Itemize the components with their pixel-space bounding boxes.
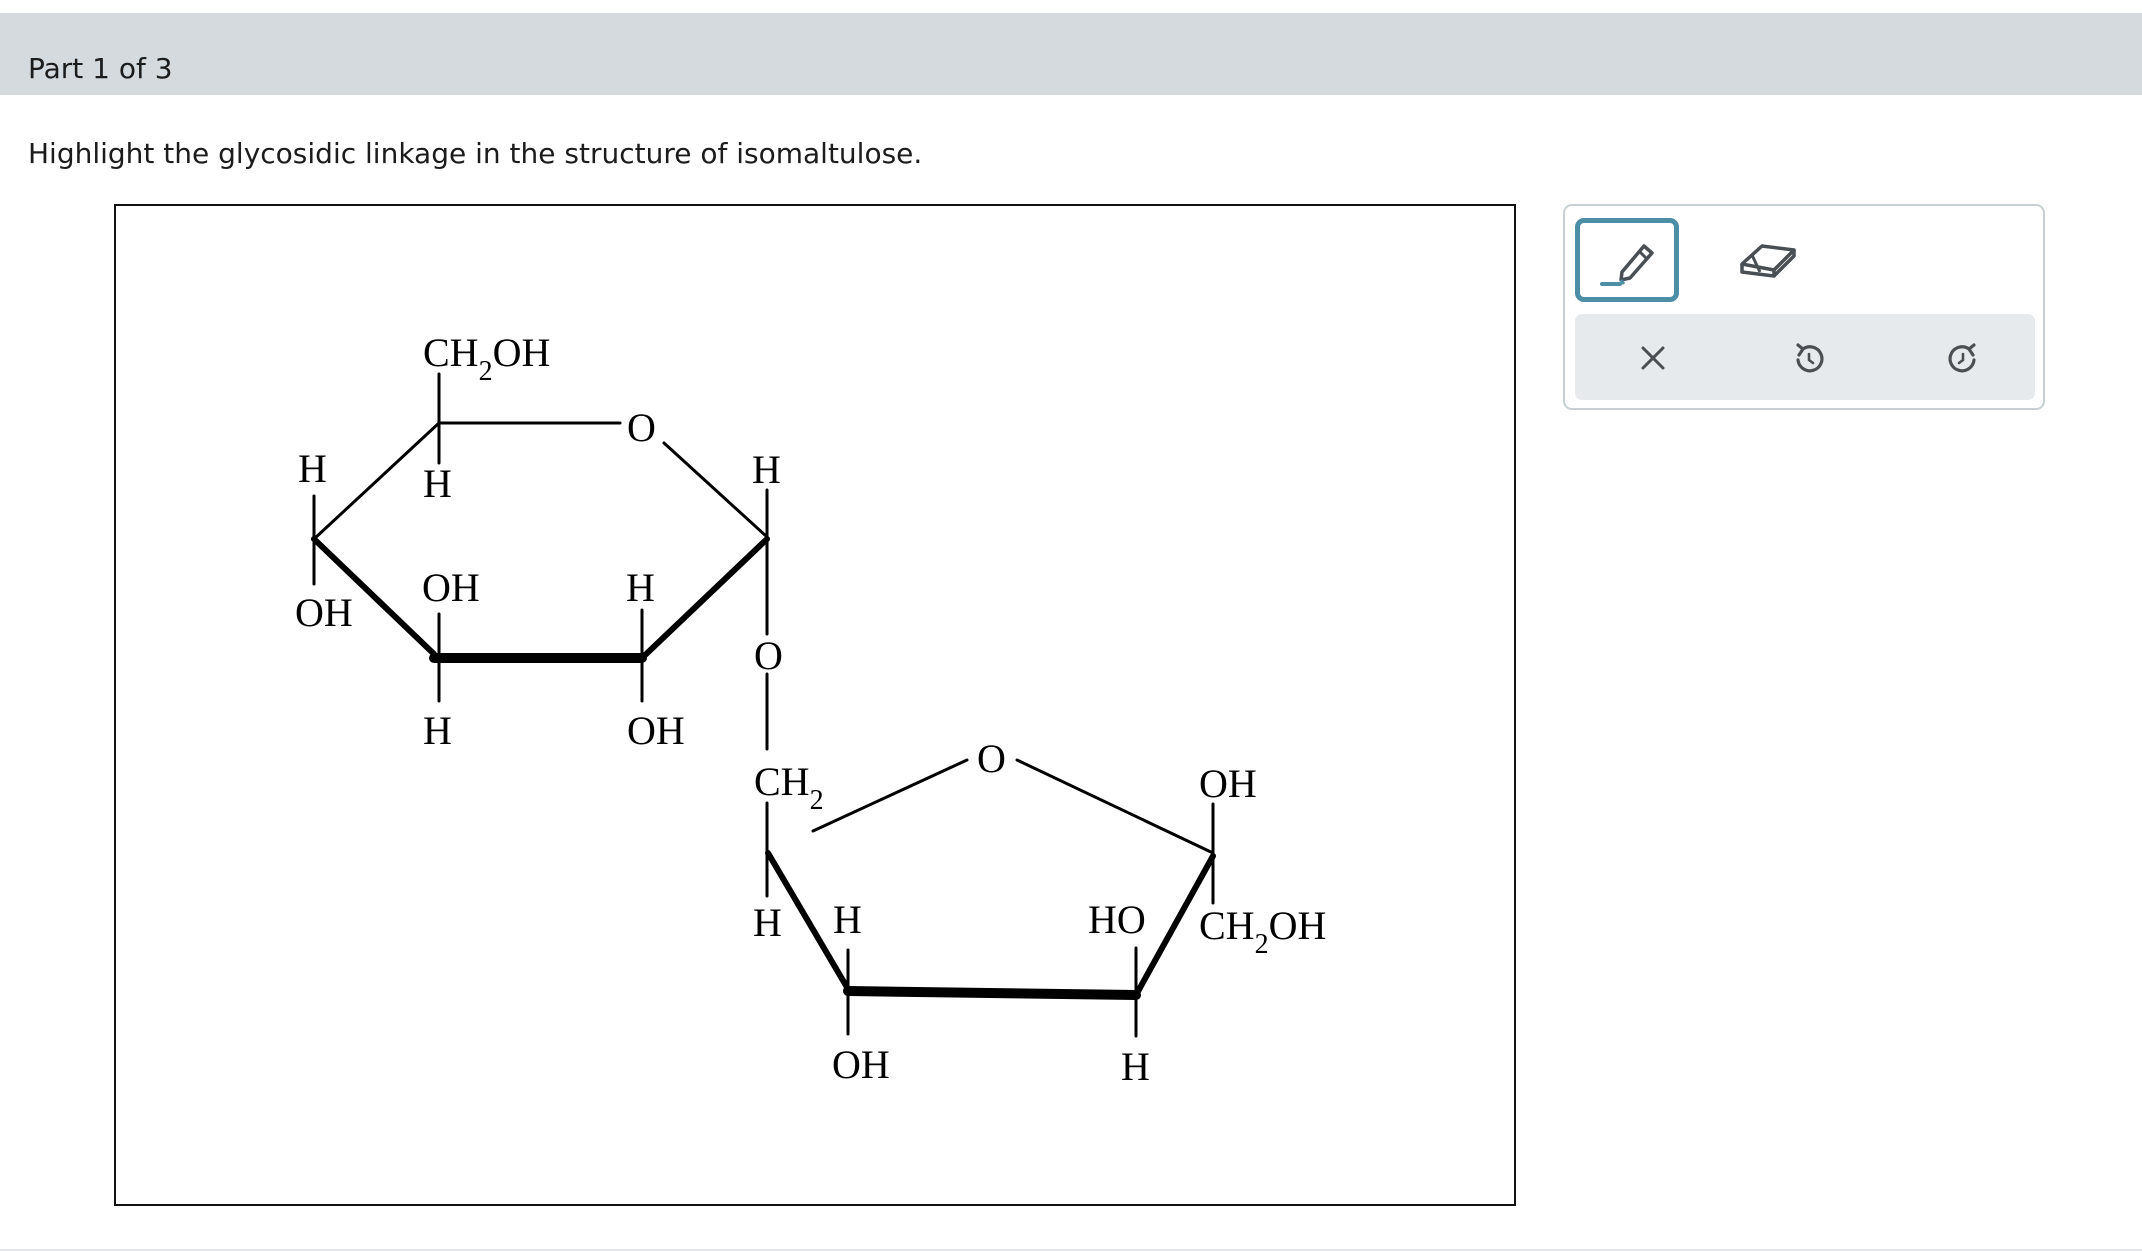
fructose-bond-o-c2 (1015, 758, 1215, 855)
fructose-bond-c4-c3 (843, 986, 1141, 1000)
redo-button[interactable] (1935, 330, 1991, 386)
fructose-c5-h-label: H (753, 900, 782, 945)
glucose-bond-o-c1 (662, 441, 768, 538)
fructose-c4-h-label: H (833, 897, 862, 942)
glucose-c4-h-label: H (298, 446, 327, 491)
highlighter-icon (1600, 244, 1654, 286)
glucose-c2-h-label: H (626, 565, 655, 610)
action-bar (1575, 314, 2035, 400)
structure-canvas[interactable]: CH2OH O H H OH OH H H OH H O CH2 O H H O… (114, 204, 1516, 1206)
fructose-c4-oh-label: OH (832, 1042, 890, 1087)
fructose-ch2oh-label: CH2OH (1199, 903, 1326, 960)
question-prompt: Highlight the glycosidic linkage in the … (28, 137, 923, 170)
linkage-ch2-label: CH2 (754, 759, 824, 816)
eraser-icon (1740, 244, 1796, 278)
part-label: Part 1 of 3 (28, 52, 173, 85)
glucose-ring-bonds[interactable] (311, 421, 770, 663)
fructose-ring-oxygen: O (977, 736, 1006, 781)
glucose-c2-oh-label: OH (627, 708, 685, 753)
glycosidic-oxygen-label: O (754, 633, 783, 678)
fructose-ring-bonds[interactable] (765, 758, 1216, 1000)
redo-icon (1948, 343, 1976, 373)
highlighter-tool-button[interactable] (1575, 218, 1679, 302)
glucose-c3-oh-label: OH (422, 565, 480, 610)
glucose-ch2oh-label: CH2OH (423, 330, 550, 387)
glucose-bond-c2-c1 (639, 536, 770, 661)
isomaltulose-structure[interactable]: CH2OH O H H OH OH H H OH H O CH2 O H H O… (116, 206, 1514, 1204)
highlight-toolbar (1563, 204, 2045, 410)
glucose-bond-c5-c4 (312, 421, 441, 541)
glucose-c5-h-label: H (423, 461, 452, 506)
glucose-ring-oxygen: O (627, 405, 656, 450)
glucose-c1-h-label: H (752, 447, 781, 492)
fructose-c3-ho-label: HO (1088, 897, 1146, 942)
glucose-c3-h-label: H (423, 708, 452, 753)
glucose-c4-oh-label: OH (295, 590, 353, 635)
close-icon (1641, 346, 1665, 370)
clear-button[interactable] (1625, 330, 1681, 386)
fructose-bond-ch2-o (811, 758, 969, 833)
fructose-c3-h-label: H (1121, 1044, 1150, 1089)
undo-button[interactable] (1781, 330, 1837, 386)
part-header: Part 1 of 3 (0, 13, 2142, 95)
eraser-tool-button[interactable] (1733, 226, 1803, 290)
fructose-c2-oh-label: OH (1199, 761, 1257, 806)
undo-icon (1796, 343, 1824, 373)
